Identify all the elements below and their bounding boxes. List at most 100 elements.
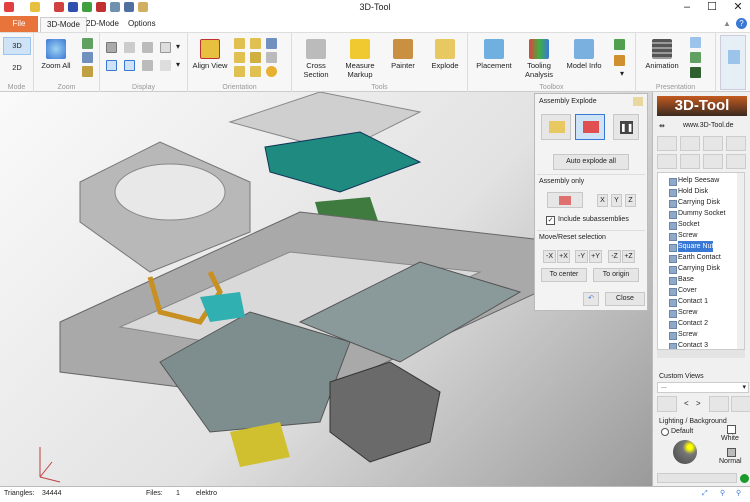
manual-explode-button[interactable] <box>541 114 571 140</box>
prev-view-button[interactable]: < <box>684 399 689 408</box>
view-iso2-icon[interactable] <box>266 52 277 63</box>
shaded-edges-icon[interactable] <box>124 42 135 53</box>
model-info-button[interactable]: Model Info <box>562 39 606 70</box>
placement-button[interactable]: Placement <box>474 39 514 70</box>
move-minus-z-button[interactable]: -Z <box>608 250 621 263</box>
tree-item[interactable]: Base <box>678 274 694 285</box>
hidden-line-icon[interactable] <box>142 42 153 53</box>
tab-2d-mode[interactable]: 2D-Mode <box>80 17 125 32</box>
cross-section-button[interactable]: Cross Section <box>298 39 334 79</box>
website-link[interactable]: www.3D-Tool.de <box>683 122 734 129</box>
tree-panel-toggle[interactable] <box>720 35 746 90</box>
light-sphere-icon[interactable] <box>673 440 697 464</box>
lights-icon[interactable] <box>160 60 171 71</box>
view-iso-icon[interactable] <box>266 38 277 49</box>
axis-z-button[interactable]: Z <box>625 194 636 207</box>
tree-item[interactable]: Contact 1 <box>678 296 708 307</box>
view-left-icon[interactable] <box>234 66 245 77</box>
reset-visibility-icon[interactable] <box>726 136 746 151</box>
move-minus-y-button[interactable]: -Y <box>575 250 588 263</box>
structure-icon[interactable] <box>703 154 723 169</box>
collapse-icon[interactable]: ▲ <box>723 19 731 28</box>
tree-scrollbar[interactable] <box>737 173 744 350</box>
tree-item[interactable]: Screw <box>678 230 697 241</box>
fullscreen-icon[interactable] <box>690 37 701 48</box>
move-plus-x-button[interactable]: +X <box>557 250 570 263</box>
zoom-in-icon[interactable]: ⚲ <box>736 487 741 501</box>
move-down-icon[interactable] <box>680 154 700 169</box>
tree-item[interactable]: Carrying Disk <box>678 263 720 274</box>
move-plus-z-button[interactable]: +Z <box>622 250 635 263</box>
tree-item[interactable]: Hold Disk <box>678 186 708 197</box>
slideshow-icon[interactable] <box>690 52 701 63</box>
tree-options-dropdown[interactable] <box>726 154 746 169</box>
view-front-icon[interactable] <box>234 38 245 49</box>
tree-item[interactable]: Help Seesaw <box>678 175 719 186</box>
model-tree[interactable]: Help Seesaw Hold Disk Carrying Disk Dumm… <box>657 172 745 350</box>
assembly-explode-button[interactable] <box>547 192 583 208</box>
wall-thickness-icon[interactable] <box>614 55 625 66</box>
panel-pin-icon[interactable] <box>633 97 643 106</box>
tree-item[interactable]: Cover <box>678 285 697 296</box>
measure-markup-button[interactable]: Measure Markup <box>340 39 380 79</box>
custom-views-select[interactable]: ...▾ <box>657 382 749 393</box>
tree-item[interactable]: Screw <box>678 307 697 318</box>
tree-item[interactable]: Contact 2 <box>678 318 708 329</box>
tooling-analysis-button[interactable]: Tooling Analysis <box>518 39 560 79</box>
tree-horizontal-scrollbar[interactable] <box>657 350 745 358</box>
tree-item[interactable]: Carrying Disk <box>678 197 720 208</box>
maximize-button[interactable]: ☐ <box>700 0 724 16</box>
next-view-button[interactable]: > <box>696 399 701 408</box>
help-icon[interactable]: ? <box>736 18 747 29</box>
painter-button[interactable]: Painter <box>386 39 420 70</box>
zoom-out-icon[interactable]: ⚲ <box>720 487 725 501</box>
show-icon[interactable] <box>657 136 677 151</box>
explode-button[interactable]: Explode <box>426 39 464 70</box>
edges-icon[interactable] <box>124 60 135 71</box>
tree-item[interactable]: Contact 3 <box>678 340 708 350</box>
white-background-button[interactable] <box>727 425 736 434</box>
close-panel-button[interactable]: Close <box>605 292 645 306</box>
view-top-icon[interactable] <box>234 52 245 63</box>
add-view-icon[interactable] <box>657 396 677 412</box>
pause-button[interactable]: ❚❚ <box>613 114 639 140</box>
tree-item-selected[interactable]: Square Nut <box>678 241 713 252</box>
move-up-icon[interactable] <box>657 154 677 169</box>
curve-icon[interactable] <box>106 60 117 71</box>
close-button[interactable]: ✕ <box>726 0 750 16</box>
display-more-dropdown-2[interactable]: ▾ <box>176 60 180 69</box>
axis-y-button[interactable]: Y <box>611 194 622 207</box>
move-plus-y-button[interactable]: +Y <box>589 250 602 263</box>
tab-options[interactable]: Options <box>122 17 162 32</box>
minimize-button[interactable]: – <box>675 0 699 16</box>
zoom-all-button[interactable]: Zoom All <box>36 39 76 70</box>
record-icon[interactable] <box>690 67 701 78</box>
normal-background-button[interactable] <box>727 448 736 457</box>
transparency-icon[interactable] <box>142 60 153 71</box>
move-minus-x-button[interactable]: -X <box>543 250 556 263</box>
animation-button[interactable]: Animation <box>640 39 684 70</box>
toolbox-more-dropdown[interactable]: ▾ <box>620 69 624 78</box>
shaded-icon[interactable] <box>106 42 117 53</box>
zoom-window-icon[interactable] <box>82 52 93 63</box>
to-origin-button[interactable]: To origin <box>593 268 639 282</box>
align-view-button[interactable]: Align View <box>190 39 230 70</box>
file-tab[interactable]: File <box>0 16 38 32</box>
isolate-icon[interactable] <box>703 136 723 151</box>
auto-explode-mode-button[interactable] <box>575 114 605 140</box>
mode-2d-button[interactable]: 2D <box>3 61 31 75</box>
view-default-icon[interactable] <box>266 66 277 77</box>
tree-item[interactable]: Socket <box>678 219 699 230</box>
tree-item[interactable]: Earth Contact <box>678 252 721 263</box>
zoom-icon[interactable] <box>82 66 93 77</box>
auto-explode-all-button[interactable]: Auto explode all <box>553 154 629 170</box>
view-back-icon[interactable] <box>250 38 261 49</box>
save-view-icon[interactable] <box>709 396 729 412</box>
wireframe-icon[interactable] <box>160 42 171 53</box>
tree-item[interactable]: Dummy Socket <box>678 208 725 219</box>
zoom-in-icon[interactable] <box>82 38 93 49</box>
display-more-dropdown[interactable]: ▾ <box>176 42 180 51</box>
to-center-button[interactable]: To center <box>541 268 587 282</box>
hide-icon[interactable] <box>680 136 700 151</box>
fit-icon[interactable]: ⤢ <box>702 487 708 501</box>
